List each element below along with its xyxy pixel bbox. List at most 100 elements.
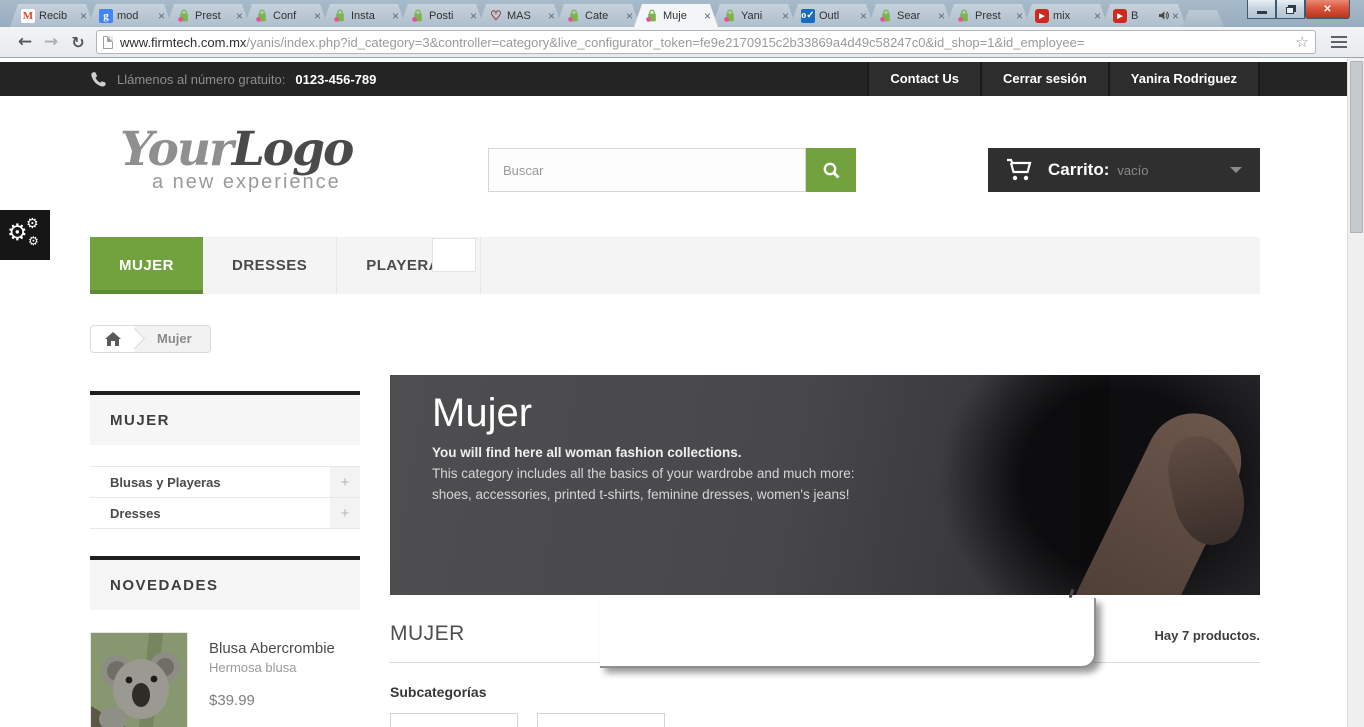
prestashop-icon bbox=[879, 9, 893, 23]
phone-icon bbox=[91, 71, 106, 87]
browser-tab[interactable]: ▶ mix × bbox=[1024, 4, 1108, 27]
sidebar-subcategory-row[interactable]: Blusas y Playeras + bbox=[90, 466, 360, 497]
sidebar-subcategory-row[interactable]: Dresses + bbox=[90, 497, 360, 528]
search-button[interactable] bbox=[806, 148, 856, 192]
banner-description-line1: This category includes all the basics of… bbox=[432, 466, 855, 481]
sidebar-new-products-title: NOVEDADES bbox=[90, 556, 360, 610]
reload-icon[interactable]: ↻ bbox=[64, 33, 92, 52]
gear-icon: ⚙ bbox=[26, 216, 39, 232]
browser-tab[interactable]: Conf × bbox=[244, 4, 328, 27]
phone-label: Llámenos al número gratuito: bbox=[117, 71, 286, 87]
tab-close-icon[interactable]: × bbox=[780, 11, 791, 21]
banner-title: Mujer bbox=[432, 391, 533, 435]
restore-button[interactable] bbox=[1276, 0, 1305, 19]
minimize-button[interactable] bbox=[1247, 0, 1276, 19]
back-icon[interactable]: ← bbox=[12, 32, 38, 52]
browser-tab[interactable]: Cate × bbox=[556, 4, 640, 27]
breadcrumb-home-link[interactable] bbox=[91, 326, 146, 352]
tab-close-icon[interactable]: × bbox=[702, 11, 713, 21]
tab-close-icon[interactable]: × bbox=[78, 11, 89, 21]
tab-close-icon[interactable]: × bbox=[312, 11, 323, 21]
cart-status: vacío bbox=[1117, 162, 1149, 178]
tab-close-icon[interactable]: × bbox=[1014, 11, 1025, 21]
close-button[interactable]: ✕ bbox=[1305, 0, 1350, 19]
browser-tab[interactable]: Sear × bbox=[868, 4, 952, 27]
minimize-icon bbox=[1256, 10, 1267, 14]
browser-tab-strip: M Recib × g mod × Prest × Conf × Insta × Posti × ♡ MAS ×… bbox=[0, 0, 1364, 27]
tab-title: Outl bbox=[819, 9, 840, 22]
cart-label: Carrito: bbox=[1048, 160, 1110, 179]
tab-close-icon[interactable]: × bbox=[234, 11, 245, 21]
mas-icon: ♡ bbox=[490, 7, 502, 23]
tab-title: Muje bbox=[663, 9, 687, 22]
page-scrollbar[interactable] bbox=[1347, 58, 1364, 727]
product-name[interactable]: Blusa Abercrombie bbox=[209, 640, 335, 657]
browser-tab[interactable]: Yani × bbox=[712, 4, 796, 27]
prestashop-icon bbox=[723, 9, 737, 23]
page-title: MUJER bbox=[390, 622, 465, 645]
browser-tab[interactable]: Muje × bbox=[634, 4, 718, 27]
overlay-popup bbox=[600, 588, 1096, 668]
tab-close-icon[interactable]: × bbox=[624, 11, 635, 21]
tab-close-icon[interactable]: × bbox=[936, 11, 947, 21]
forward-icon[interactable]: → bbox=[38, 32, 64, 52]
tab-close-icon[interactable]: × bbox=[468, 11, 479, 21]
scrollbar-thumb[interactable] bbox=[1350, 61, 1363, 233]
gear-icon: ⚙ bbox=[7, 220, 28, 246]
product-price: $39.99 bbox=[209, 692, 255, 709]
tab-close-icon[interactable]: × bbox=[858, 11, 869, 21]
url-bar[interactable]: www.firmtech.com.mx/yanis/index.php?id_c… bbox=[96, 30, 1316, 54]
nav-item-mujer[interactable]: MUJER bbox=[90, 237, 204, 294]
new-tab-button[interactable] bbox=[1182, 10, 1224, 27]
nav-item-dresses[interactable]: DRESSES bbox=[203, 237, 338, 294]
tab-close-icon[interactable]: × bbox=[546, 11, 557, 21]
browser-tab[interactable]: Insta × bbox=[322, 4, 406, 27]
site-logo[interactable]: YourLogo a new experience bbox=[120, 125, 450, 194]
tab-close-icon[interactable]: × bbox=[390, 11, 401, 21]
live-configurator-toggle[interactable]: ⚙ ⚙ ⚙ bbox=[0, 210, 50, 260]
menu-icon[interactable] bbox=[1324, 31, 1354, 53]
browser-tab[interactable]: ♡ MAS × bbox=[478, 4, 562, 27]
nav-search-stub bbox=[432, 238, 476, 272]
subcategory-card[interactable] bbox=[537, 713, 665, 727]
subcategory-label[interactable]: Blusas y Playeras bbox=[90, 467, 330, 497]
tab-title: mix bbox=[1053, 9, 1071, 22]
browser-tab[interactable]: Prest × bbox=[946, 4, 1030, 27]
search-input[interactable] bbox=[488, 148, 806, 192]
browser-tab[interactable]: M Recib × bbox=[10, 4, 94, 27]
breadcrumb: Mujer bbox=[90, 325, 211, 353]
tab-title: Posti bbox=[429, 9, 454, 22]
prestashop-icon bbox=[333, 9, 347, 23]
prestashop-icon bbox=[645, 9, 659, 23]
subcategory-label[interactable]: Dresses bbox=[90, 498, 330, 528]
tab-close-icon[interactable]: × bbox=[156, 11, 167, 21]
browser-tab[interactable]: o✓ Outl × bbox=[790, 4, 874, 27]
plus-icon[interactable]: + bbox=[330, 467, 360, 497]
sidebar-category-title: MUJER bbox=[90, 391, 360, 445]
topbar-link[interactable]: Yanira Rodriguez bbox=[1107, 62, 1260, 96]
sidebar-product[interactable]: Blusa Abercrombie Hermosa blusa $39.99 bbox=[86, 632, 360, 727]
tab-title: Cate bbox=[585, 9, 609, 22]
prestashop-icon bbox=[255, 9, 269, 23]
bookmark-star-icon[interactable]: ☆ bbox=[1296, 33, 1309, 51]
product-thumbnail[interactable] bbox=[86, 632, 188, 727]
logo-text-logo: Logo bbox=[231, 122, 355, 177]
topbar-link[interactable]: Cerrar sesión bbox=[979, 62, 1108, 96]
tab-title: Recib bbox=[39, 9, 68, 22]
browser-tab[interactable]: Prest × bbox=[166, 4, 250, 27]
tab-close-icon[interactable]: × bbox=[1170, 11, 1181, 21]
left-sidebar: MUJER Blusas y Playeras + Dresses + NOVEDAD… bbox=[86, 375, 360, 727]
cart-dropdown[interactable]: Carrito: vacío bbox=[988, 148, 1260, 192]
browser-tab[interactable]: ▶ B × bbox=[1102, 4, 1186, 27]
url-text[interactable]: www.firmtech.com.mx/yanis/index.php?id_c… bbox=[120, 35, 1292, 50]
tab-title: MAS bbox=[507, 9, 531, 22]
page-icon bbox=[103, 35, 113, 49]
browser-tab[interactable]: g mod × bbox=[88, 4, 172, 27]
gear-icon: ⚙ bbox=[28, 234, 39, 248]
plus-icon[interactable]: + bbox=[330, 498, 360, 528]
category-banner: Mujer You will find here all woman fashi… bbox=[390, 375, 1260, 595]
subcategory-card[interactable] bbox=[390, 713, 518, 727]
tab-close-icon[interactable]: × bbox=[1092, 11, 1103, 21]
browser-tab[interactable]: Posti × bbox=[400, 4, 484, 27]
topbar-link[interactable]: Contact Us bbox=[867, 62, 980, 96]
